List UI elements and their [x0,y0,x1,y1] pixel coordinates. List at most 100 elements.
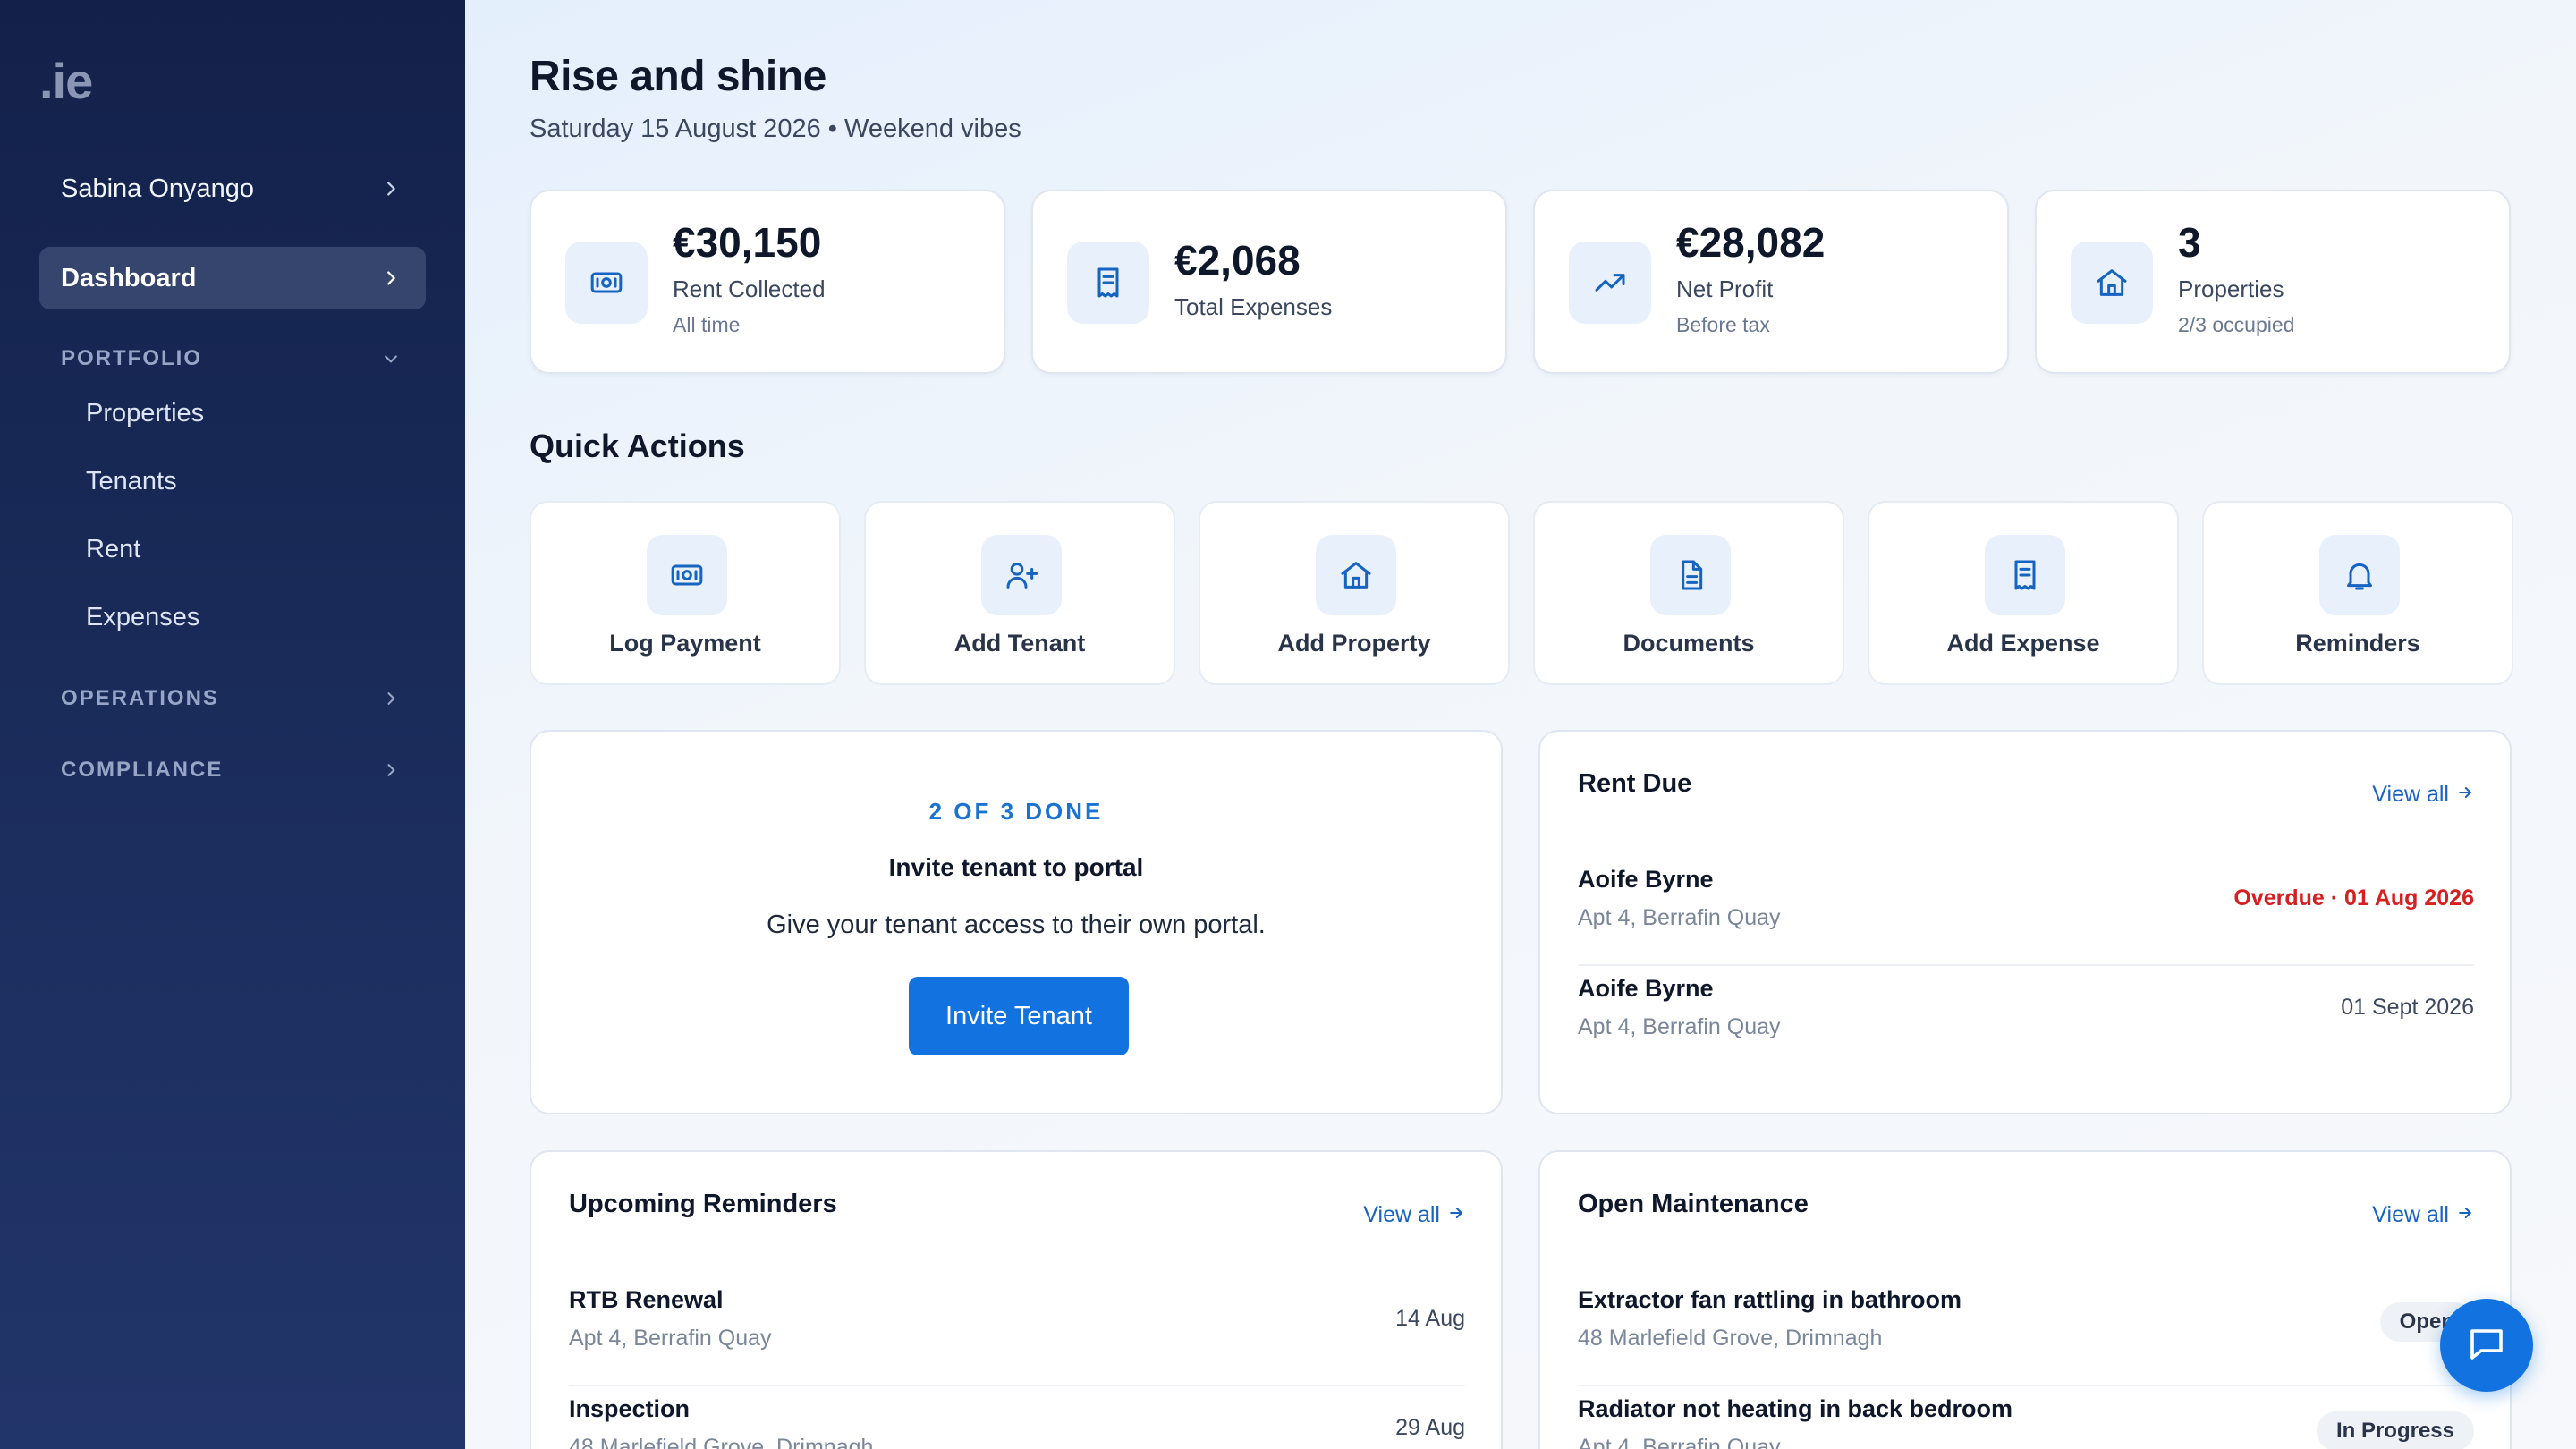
chat-icon [2465,1322,2508,1369]
invite-tenant-button[interactable]: Invite Tenant [909,977,1129,1055]
stat-sub: Before tax [1676,313,1770,336]
stat-card-properties[interactable]: 3 Properties 2/3 occupied [2035,190,2511,374]
rent-due-card: Rent Due View all Aoife Byrne Apt 4, Ber… [1538,730,2512,1114]
sidebar-item-tenants[interactable]: Tenants [86,467,177,496]
stat-card-total-expenses[interactable]: €2,068 Total Expenses [1031,190,1507,374]
status-badge: In Progress [2316,1411,2474,1449]
quick-action-label: Reminders [2295,630,2420,657]
onboarding-progress: 2 OF 3 DONE [928,798,1104,825]
chevron-right-icon [377,175,404,202]
home-icon [2071,242,2153,324]
rent-status: 01 Sept 2026 [2341,995,2474,1020]
document-icon [1650,535,1731,615]
list-item[interactable]: RTB Renewal Apt 4, Berrafin Quay 14 Aug [569,1277,1465,1386]
cash-icon [647,535,727,615]
receipt-icon [1985,535,2065,615]
reminder-name: Inspection [569,1395,691,1422]
stat-value: €2,068 [1174,237,1301,284]
home-icon [1316,535,1396,615]
maintenance-title: Radiator not heating in back bedroom [1578,1395,2013,1422]
stat-value: €30,150 [673,219,822,266]
onboarding-description: Give your tenant access to their own por… [767,911,1266,939]
bell-icon [2319,535,2400,615]
list-item[interactable]: Radiator not heating in back bedroom Apt… [1578,1386,2474,1449]
section-label: COMPLIANCE [61,758,224,782]
page-subtitle: Saturday 15 August 2026 • Weekend vibes [530,114,1021,143]
stat-sub: All time [673,313,741,336]
section-label: PORTFOLIO [61,346,202,370]
maintenance-title: Extractor fan rattling in bathroom [1578,1286,1962,1313]
sidebar: propdesk.ie Sabina Onyango Dashboard POR… [0,0,2576,1449]
brand-logo[interactable]: propdesk.ie [39,52,2576,1449]
documents-button[interactable]: Documents [1533,501,1844,685]
stat-value: €28,082 [1676,219,1826,266]
section-label: OPERATIONS [61,686,219,710]
stat-label: Rent Collected [673,275,826,302]
user-menu[interactable]: Sabina Onyango [39,166,426,211]
section-portfolio[interactable]: PORTFOLIO [39,343,426,374]
onboarding-title: Invite tenant to portal [888,853,1144,881]
arrow-right-icon [2456,1202,2474,1228]
section-compliance[interactable]: COMPLIANCE [39,755,426,785]
tenant-name: Aoife Byrne [1578,866,1714,893]
user-name: Sabina Onyango [61,174,255,203]
arrow-right-icon [2456,782,2474,808]
user-plus-icon [981,535,1062,615]
sidebar-item-rent[interactable]: Rent [86,535,140,564]
add-expense-button[interactable]: Add Expense [1868,501,2179,685]
chat-button[interactable] [2440,1299,2533,1392]
reminders-card: Upcoming Reminders View all RTB Renewal … [530,1150,1503,1449]
reminders-button[interactable]: Reminders [2202,501,2513,685]
card-title: Open Maintenance [1578,1190,1809,1218]
card-title: Upcoming Reminders [569,1190,837,1218]
stat-sub: 2/3 occupied [2178,313,2295,336]
tenant-address: Apt 4, Berrafin Quay [1578,905,1781,930]
quick-action-label: Add Expense [1946,630,2100,657]
add-tenant-button[interactable]: Add Tenant [864,501,1175,685]
list-item[interactable]: Extractor fan rattling in bathroom 48 Ma… [1578,1277,2474,1386]
main-content: Rise and shine Saturday 15 August 2026 •… [465,0,2576,1449]
reminders-view-all-link[interactable]: View all [1363,1202,1465,1228]
maintenance-view-all-link[interactable]: View all [2372,1202,2474,1228]
view-all-label: View all [2372,1202,2449,1227]
stat-label: Net Profit [1676,275,1774,302]
list-item[interactable]: Aoife Byrne Apt 4, Berrafin Quay Overdue… [1578,857,2474,966]
rent-due-view-all-link[interactable]: View all [2372,782,2474,808]
stat-card-net-profit[interactable]: €28,082 Net Profit Before tax [1533,190,2009,374]
reminder-date: 14 Aug [1395,1306,1465,1331]
stat-card-rent-collected[interactable]: €30,150 Rent Collected All time [530,190,1005,374]
sidebar-item-properties[interactable]: Properties [86,399,204,428]
card-title: Rent Due [1578,769,1692,798]
onboarding-card: 2 OF 3 DONE Invite tenant to portal Give… [530,730,1503,1114]
section-operations[interactable]: OPERATIONS [39,683,426,714]
maintenance-address: Apt 4, Berrafin Quay [1578,1435,1781,1449]
trend-up-icon [1569,242,1651,324]
list-item[interactable]: Inspection 48 Marlefield Grove, Drimnagh… [569,1386,1465,1449]
reminder-name: RTB Renewal [569,1286,724,1313]
chevron-right-icon [377,685,404,712]
sidebar-item-dashboard[interactable]: Dashboard [39,247,426,309]
quick-action-label: Add Property [1277,630,1431,657]
receipt-icon [1067,242,1149,324]
quick-action-label: Log Payment [609,630,761,657]
reminder-address: 48 Marlefield Grove, Drimnagh [569,1435,874,1449]
log-payment-button[interactable]: Log Payment [530,501,841,685]
sidebar-item-expenses[interactable]: Expenses [86,603,199,632]
tenant-name: Aoife Byrne [1578,975,1714,1002]
quick-action-label: Add Tenant [953,630,1086,657]
stat-label: Total Expenses [1174,293,1333,320]
maintenance-address: 48 Marlefield Grove, Drimnagh [1578,1326,1883,1351]
page-title: Rise and shine [530,53,826,100]
list-item[interactable]: Aoife Byrne Apt 4, Berrafin Quay 01 Sept… [1578,966,2474,1075]
quick-actions-title: Quick Actions [530,428,745,464]
stat-label: Properties [2178,275,2284,302]
view-all-label: View all [2372,782,2449,807]
cash-icon [565,242,648,324]
arrow-right-icon [1447,1202,1465,1228]
reminder-address: Apt 4, Berrafin Quay [569,1326,772,1351]
chevron-right-icon [377,265,404,292]
tenant-address: Apt 4, Berrafin Quay [1578,1014,1781,1039]
view-all-label: View all [1363,1202,1440,1227]
add-property-button[interactable]: Add Property [1199,501,1510,685]
sidebar-item-label: Dashboard [61,263,197,292]
